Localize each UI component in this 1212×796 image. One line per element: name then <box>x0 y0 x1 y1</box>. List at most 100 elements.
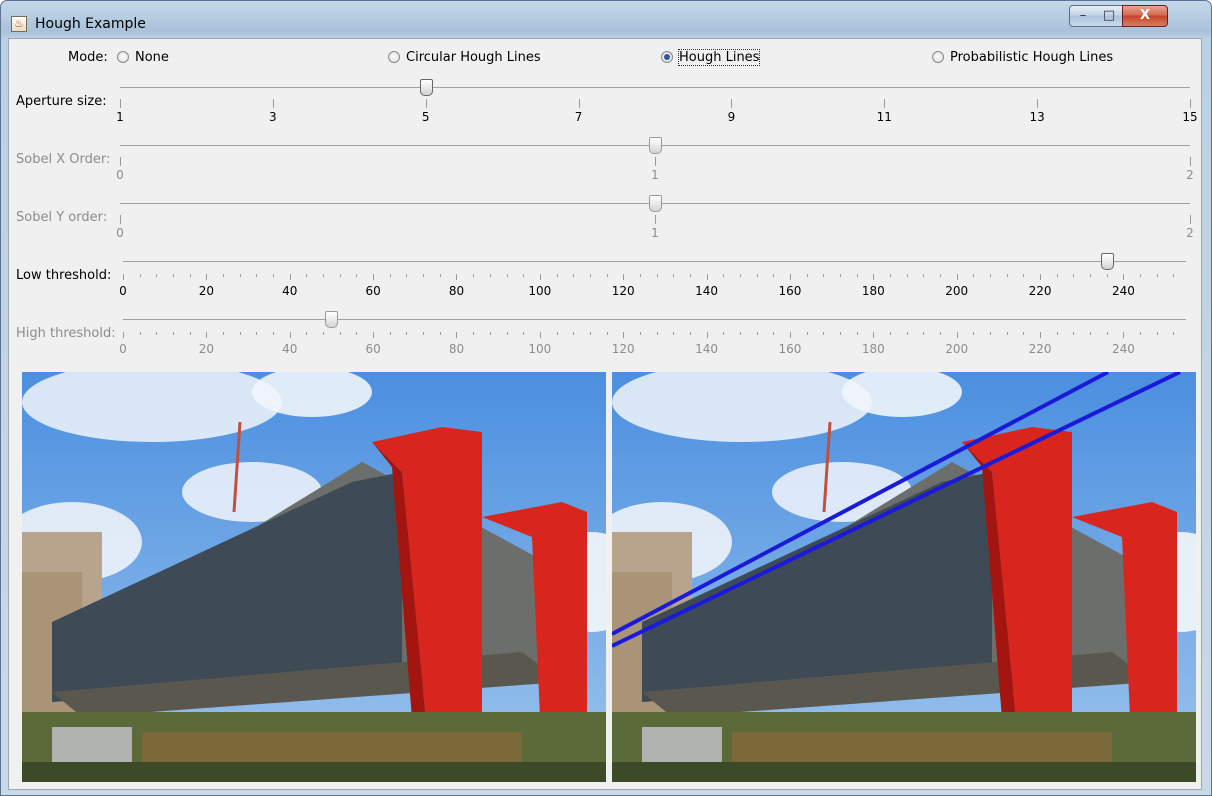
slider-tick <box>606 274 608 277</box>
slider-tick-label: 15 <box>1182 110 1198 124</box>
slider-track[interactable] <box>123 319 1186 320</box>
slider-tick <box>873 274 875 280</box>
slider-tick <box>456 274 458 280</box>
minimize-button[interactable]: – <box>1069 5 1097 27</box>
slider-thumb[interactable] <box>325 311 339 328</box>
slider-tick <box>323 332 325 335</box>
slider-tick <box>589 274 591 277</box>
slider-tick <box>940 332 942 335</box>
slider-tick <box>473 274 475 277</box>
mode-radio-circular-hough-lines[interactable]: Circular Hough Lines <box>388 48 541 68</box>
mode-radio-probabilistic-hough-lines[interactable]: Probabilistic Hough Lines <box>932 48 1113 68</box>
slider-tick <box>323 274 325 277</box>
slider-tick <box>723 274 725 277</box>
slider-tick-label: 120 <box>611 284 635 298</box>
original-image-panel <box>22 372 606 782</box>
slider-tick <box>923 332 925 335</box>
slider-tick <box>673 332 675 335</box>
slider-tick <box>423 274 425 277</box>
slider-tick <box>773 332 775 335</box>
slider-tick-label: 80 <box>448 342 465 356</box>
slider-thumb[interactable] <box>649 137 662 154</box>
mode-radio-label: Probabilistic Hough Lines <box>950 50 1114 65</box>
slider-tick <box>272 99 274 108</box>
slider-tick <box>573 332 575 335</box>
slider-tick-label: 140 <box>695 342 719 356</box>
slider-tick <box>123 332 124 338</box>
slider-tick <box>973 332 975 335</box>
slider-tick-label: 200 <box>945 342 969 356</box>
slider-tick <box>956 332 958 338</box>
slider-tick <box>439 274 441 277</box>
slider-track[interactable] <box>123 261 1186 262</box>
slider-tick <box>339 332 341 335</box>
slider-thumb[interactable] <box>1100 253 1114 270</box>
slider-tick <box>1106 274 1108 277</box>
radio-circle-icon <box>117 50 129 63</box>
slider-tick <box>1123 332 1125 338</box>
slider-tick-label: 60 <box>365 342 381 356</box>
mode-radio-label: Circular Hough Lines <box>406 50 541 65</box>
slider-tick-label: 40 <box>282 284 298 298</box>
slider-tick <box>1056 274 1058 277</box>
slider-tick <box>423 332 425 335</box>
slider-tick <box>1156 274 1158 277</box>
slider-tick-label: 1 <box>116 110 124 124</box>
slider-tick-label: 180 <box>861 284 885 298</box>
slider-tick-label: 0 <box>119 342 127 356</box>
slider-tick <box>884 99 886 108</box>
slider-tick-label: 7 <box>574 110 583 124</box>
close-button[interactable]: X <box>1122 5 1168 27</box>
slider-tick <box>339 274 341 277</box>
slider-tick <box>1006 274 1008 277</box>
slider-tick-label: 20 <box>198 342 214 356</box>
slider-tick <box>389 274 391 277</box>
slider-tick <box>439 332 441 335</box>
slider-tick <box>273 332 275 335</box>
slider-tick <box>856 332 858 335</box>
slider-tick <box>1073 332 1075 335</box>
title-bar[interactable]: ♨ Hough Example – □ X <box>1 1 1211 39</box>
slider-tick <box>539 274 541 280</box>
mode-radio-none[interactable]: None <box>117 48 169 68</box>
slider-tick <box>556 332 558 335</box>
slider-tick <box>306 274 308 277</box>
slider-tick-label: 100 <box>528 342 552 356</box>
slider-tick <box>489 274 491 277</box>
slider-tick <box>120 99 121 108</box>
slider-tick <box>1037 99 1039 108</box>
slider-tick <box>890 274 892 277</box>
slider-tick <box>656 332 658 335</box>
slider-tick-label: 2 <box>1186 168 1194 182</box>
slider-tick <box>689 274 691 277</box>
slider-tick <box>1090 274 1092 277</box>
slider-tick <box>1140 332 1142 335</box>
slider-label: Low threshold: <box>16 268 112 283</box>
slider-thumb[interactable] <box>649 195 662 212</box>
slider-tick-label: 220 <box>1028 284 1052 298</box>
slider-tick <box>489 332 491 335</box>
slider-tick <box>256 332 258 335</box>
slider-tick <box>239 274 241 277</box>
slider-thumb[interactable] <box>419 79 433 96</box>
slider-tick <box>906 332 908 335</box>
slider-tick <box>523 332 525 335</box>
mode-radio-hough-lines[interactable]: Hough Lines <box>661 48 761 68</box>
slider-tick <box>223 332 225 335</box>
slider-track[interactable] <box>120 87 1190 88</box>
slider-tick <box>223 274 225 277</box>
slider-tick <box>806 332 808 335</box>
slider-tick <box>1023 274 1025 277</box>
slider-tick-label: 20 <box>198 284 214 298</box>
slider-tick-label: 0 <box>116 226 124 240</box>
java-app-icon: ♨ <box>11 16 27 32</box>
slider-tick <box>956 274 958 280</box>
slider-tick <box>356 274 358 277</box>
hough-lines-result <box>612 372 1196 782</box>
maximize-button[interactable]: □ <box>1096 5 1123 27</box>
slider-tick <box>655 157 656 166</box>
slider-tick <box>1040 274 1042 280</box>
slider-tick <box>689 332 691 335</box>
slider-tick <box>356 332 358 335</box>
slider-tick <box>273 274 275 277</box>
